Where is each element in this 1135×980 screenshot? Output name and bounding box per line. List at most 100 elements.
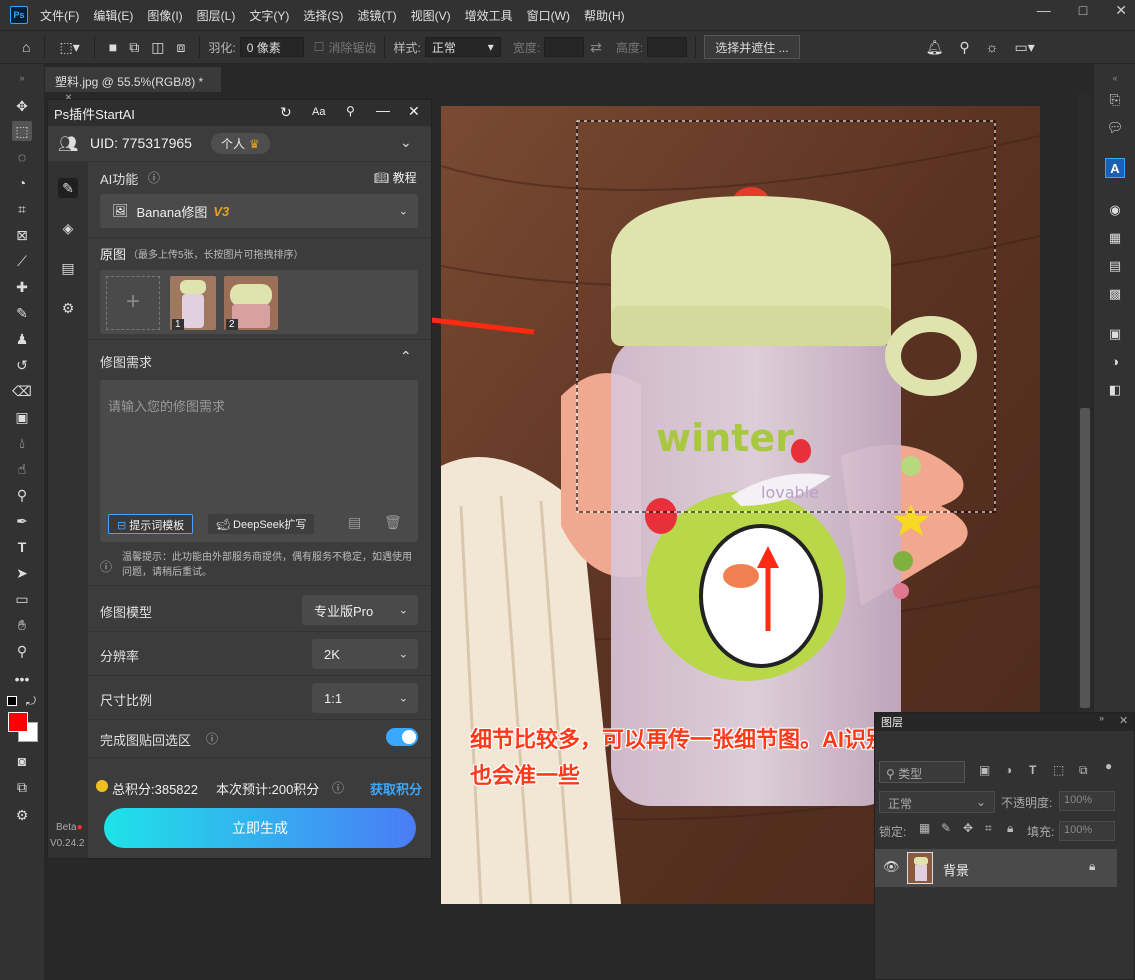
intersect-selection-icon[interactable]: ⧈	[176, 39, 185, 56]
frame-tool-icon[interactable]: ⊠	[12, 225, 32, 245]
lock-image-icon[interactable]: ✎	[941, 821, 951, 835]
menu-item-8[interactable]: 增效工具	[465, 7, 513, 24]
filter-shape-icon[interactable]: ⬚	[1053, 763, 1064, 777]
layers-tab[interactable]: 图层	[881, 714, 903, 730]
get-points-link[interactable]: 获取积分	[370, 779, 422, 798]
filter-pixel-icon[interactable]: ▣	[979, 763, 990, 777]
color-panel-icon[interactable]: ◉	[1105, 200, 1125, 220]
width-input[interactable]	[544, 37, 585, 57]
pen-tool-icon[interactable]: ✒	[12, 511, 32, 531]
workspace-icon[interactable]: ▭▾	[1014, 39, 1034, 56]
close-layers-icon[interactable]: ✕	[1119, 714, 1128, 727]
height-input[interactable]	[647, 37, 688, 57]
history-panel-icon[interactable]: ⎘	[1105, 90, 1125, 110]
zoom-tool-icon[interactable]: ⚲	[12, 641, 32, 661]
prompt-template-button[interactable]: ⊟ 提示词模板	[108, 514, 194, 534]
brush-tool-icon[interactable]: ✎	[12, 303, 32, 323]
path-select-tool-icon[interactable]: ➤	[12, 563, 32, 583]
libraries-panel-icon[interactable]: ▣	[1105, 324, 1125, 344]
new-selection-icon[interactable]: ■	[109, 39, 117, 55]
menu-item-4[interactable]: 文字(Y)	[249, 7, 289, 24]
menu-item-5[interactable]: 选择(S)	[303, 7, 343, 24]
menu-item-3[interactable]: 图层(L)	[197, 7, 236, 24]
close-window-button[interactable]: ✕	[1115, 2, 1127, 19]
menu-item-1[interactable]: 编辑(E)	[93, 7, 133, 24]
smudge-tool-icon[interactable]: ☝	[12, 459, 32, 479]
startai-plugin-icon[interactable]: A	[1105, 158, 1125, 178]
account-expand-icon[interactable]: ⌄	[400, 134, 412, 151]
lightbulb-icon[interactable]: ☼	[986, 39, 999, 55]
bell-icon[interactable]: 🔔︎	[926, 39, 944, 56]
requirements-input[interactable]: 请输入您的修图需求 ⊟ 提示词模板 🐋︎ DeepSeek扩写 ▤ 🗑︎	[100, 380, 418, 542]
ai-assistant-icon[interactable]: ⚙︎	[12, 805, 32, 825]
foreground-color-swatch[interactable]	[8, 712, 28, 732]
eyedropper-tool-icon[interactable]: ⟋	[12, 251, 32, 271]
deepseek-expand-button[interactable]: 🐋︎ DeepSeek扩写	[208, 514, 315, 534]
generate-button[interactable]: 立即生成	[104, 808, 416, 848]
font-size-button[interactable]: Aa	[312, 106, 325, 118]
add-image-button[interactable]: +	[106, 276, 160, 330]
collapse-layers-icon[interactable]: »	[1099, 713, 1104, 723]
swap-icon[interactable]: ⇄	[590, 39, 602, 56]
layer-row[interactable]: 👁︎ 背景 🔒︎	[875, 849, 1117, 887]
history-icon[interactable]: ▤	[348, 514, 361, 531]
pin-icon[interactable]: ⚲	[346, 104, 355, 118]
menu-item-2[interactable]: 图像(I)	[147, 7, 182, 24]
marquee-tool-icon[interactable]: ⬚▾	[59, 39, 79, 56]
minimize-button[interactable]: —	[1037, 2, 1051, 19]
more-tools-icon[interactable]: •••	[12, 669, 32, 689]
menu-item-7[interactable]: 视图(V)	[411, 7, 451, 24]
gradients-panel-icon[interactable]: ▤	[1105, 256, 1125, 276]
shape-tool-icon[interactable]: ▭	[12, 589, 32, 609]
screen-mode-icon[interactable]: ⧉	[12, 777, 32, 797]
dodge-tool-icon[interactable]: ⚲	[12, 485, 32, 505]
swap-colors-icon[interactable]: ⤾	[26, 694, 36, 709]
crop-tool-icon[interactable]: ⌗	[12, 199, 32, 219]
visibility-eye-icon[interactable]: 👁︎	[883, 859, 900, 875]
search-icon[interactable]: ⚲	[959, 39, 969, 56]
trash-icon[interactable]: 🗑︎	[384, 514, 402, 531]
edit-nav-icon[interactable]: ✎	[58, 178, 78, 198]
filter-adjust-icon[interactable]: ◑	[1005, 763, 1012, 777]
quick-select-tool-icon[interactable]: ◔	[12, 173, 32, 193]
lock-all-icon[interactable]: 🔒︎	[1007, 821, 1013, 836]
filter-smart-icon[interactable]: ⧉	[1079, 763, 1088, 778]
properties-panel-icon[interactable]: ◧	[1105, 380, 1125, 400]
swatches-panel-icon[interactable]: ▦	[1105, 228, 1125, 248]
default-colors-icon[interactable]	[7, 696, 17, 706]
gradient-tool-icon[interactable]: ▣	[12, 407, 32, 427]
ratio-select[interactable]: 1:1 ⌄	[312, 683, 418, 713]
collapse-right-icon[interactable]: «	[1105, 68, 1125, 88]
eraser-tool-icon[interactable]: ⌫	[12, 381, 32, 401]
hand-tool-icon[interactable]: ✋︎	[12, 615, 32, 635]
patterns-panel-icon[interactable]: ▩	[1105, 284, 1125, 304]
blur-tool-icon[interactable]: 💧︎	[12, 433, 32, 453]
source-thumbnail-1[interactable]: 1	[170, 276, 216, 330]
quick-mask-icon[interactable]: ◙	[12, 751, 32, 771]
filter-type-icon[interactable]: T	[1029, 763, 1036, 777]
chevron-up-icon[interactable]: ⌃	[400, 348, 412, 365]
layers-nav-icon[interactable]: ◈	[58, 218, 78, 238]
scrollbar-thumb[interactable]	[1080, 408, 1090, 708]
subtract-selection-icon[interactable]: ◫	[151, 39, 164, 56]
comments-panel-icon[interactable]: 💬︎	[1105, 118, 1125, 138]
paste-back-toggle[interactable]	[386, 728, 418, 746]
settings-nav-icon[interactable]: ⚙	[58, 298, 78, 318]
select-and-mask-button[interactable]: 选择并遮住 ...	[704, 35, 800, 59]
tutorial-link[interactable]: 📖︎ 教程	[374, 169, 417, 186]
filter-toggle-icon[interactable]: ●	[1105, 759, 1112, 773]
antialias-checkbox[interactable]: ☐	[314, 40, 325, 54]
history-brush-tool-icon[interactable]: ↺	[12, 355, 32, 375]
resolution-select[interactable]: 2K ⌄	[312, 639, 418, 669]
info-icon[interactable]: ⓘ	[148, 169, 160, 186]
move-tool-icon[interactable]: ✥	[12, 96, 32, 116]
close-panel-icon[interactable]: ✕	[408, 103, 420, 120]
stamp-tool-icon[interactable]: ♟	[12, 329, 32, 349]
style-select[interactable]: 正常 ▾	[424, 37, 501, 57]
ai-function-select[interactable]: 🖼︎ Banana修图 V3 ⌄	[100, 194, 418, 228]
lock-transparent-icon[interactable]: ▦	[919, 821, 930, 835]
menu-item-9[interactable]: 窗口(W)	[527, 7, 570, 24]
source-thumbnail-2[interactable]: 2	[224, 276, 278, 330]
menu-item-6[interactable]: 滤镜(T)	[357, 7, 396, 24]
opacity-input[interactable]: 100%	[1059, 791, 1115, 811]
